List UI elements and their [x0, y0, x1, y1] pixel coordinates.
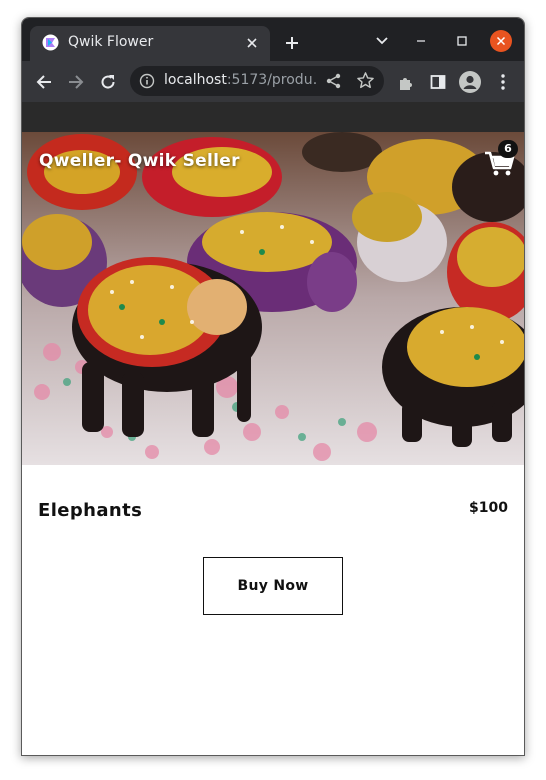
cart-count-badge: 6: [498, 140, 518, 158]
browser-window: Qwik Flower localhost:5173/produ Qweller…: [21, 17, 525, 756]
new-tab-icon[interactable]: [280, 31, 304, 55]
back-icon[interactable]: [31, 69, 57, 95]
page-top-bar: [22, 102, 524, 132]
address-bar[interactable]: localhost:5173/produ…: [130, 66, 384, 96]
product-price: $100: [469, 500, 508, 516]
elephant-figurines-photo: [22, 132, 524, 465]
url-rest: :5173/produ…: [226, 72, 316, 88]
reload-icon[interactable]: [95, 69, 121, 95]
close-tab-icon[interactable]: [242, 33, 262, 53]
star-icon[interactable]: [356, 71, 375, 90]
menu-icon[interactable]: [490, 69, 516, 95]
page-content: Qweller- Qwik Seller 6 Elephants $100 Bu…: [22, 132, 524, 755]
browser-tab[interactable]: Qwik Flower: [30, 26, 270, 61]
maximize-icon[interactable]: [451, 30, 473, 52]
tab-search-icon[interactable]: [371, 30, 393, 52]
browser-toolbar: localhost:5173/produ…: [22, 61, 524, 102]
site-title[interactable]: Qweller- Qwik Seller: [39, 151, 240, 171]
hero-image: Qweller- Qwik Seller 6: [22, 132, 524, 465]
tab-strip: Qwik Flower: [22, 18, 524, 61]
extensions-icon[interactable]: [393, 69, 419, 95]
url-host: localhost: [164, 72, 227, 88]
buy-now-button[interactable]: Buy Now: [203, 557, 343, 615]
side-panel-icon[interactable]: [425, 69, 451, 95]
tab-title: Qwik Flower: [68, 34, 154, 50]
product-name: Elephants: [38, 500, 143, 521]
window-close-icon[interactable]: [490, 30, 512, 52]
minimize-icon[interactable]: [410, 30, 432, 52]
info-icon[interactable]: [139, 73, 155, 89]
profile-icon[interactable]: [457, 69, 483, 95]
url-text: localhost:5173/produ…: [164, 72, 316, 88]
forward-icon[interactable]: [63, 69, 89, 95]
share-icon[interactable]: [325, 72, 343, 90]
qwik-favicon-icon: [42, 34, 59, 51]
